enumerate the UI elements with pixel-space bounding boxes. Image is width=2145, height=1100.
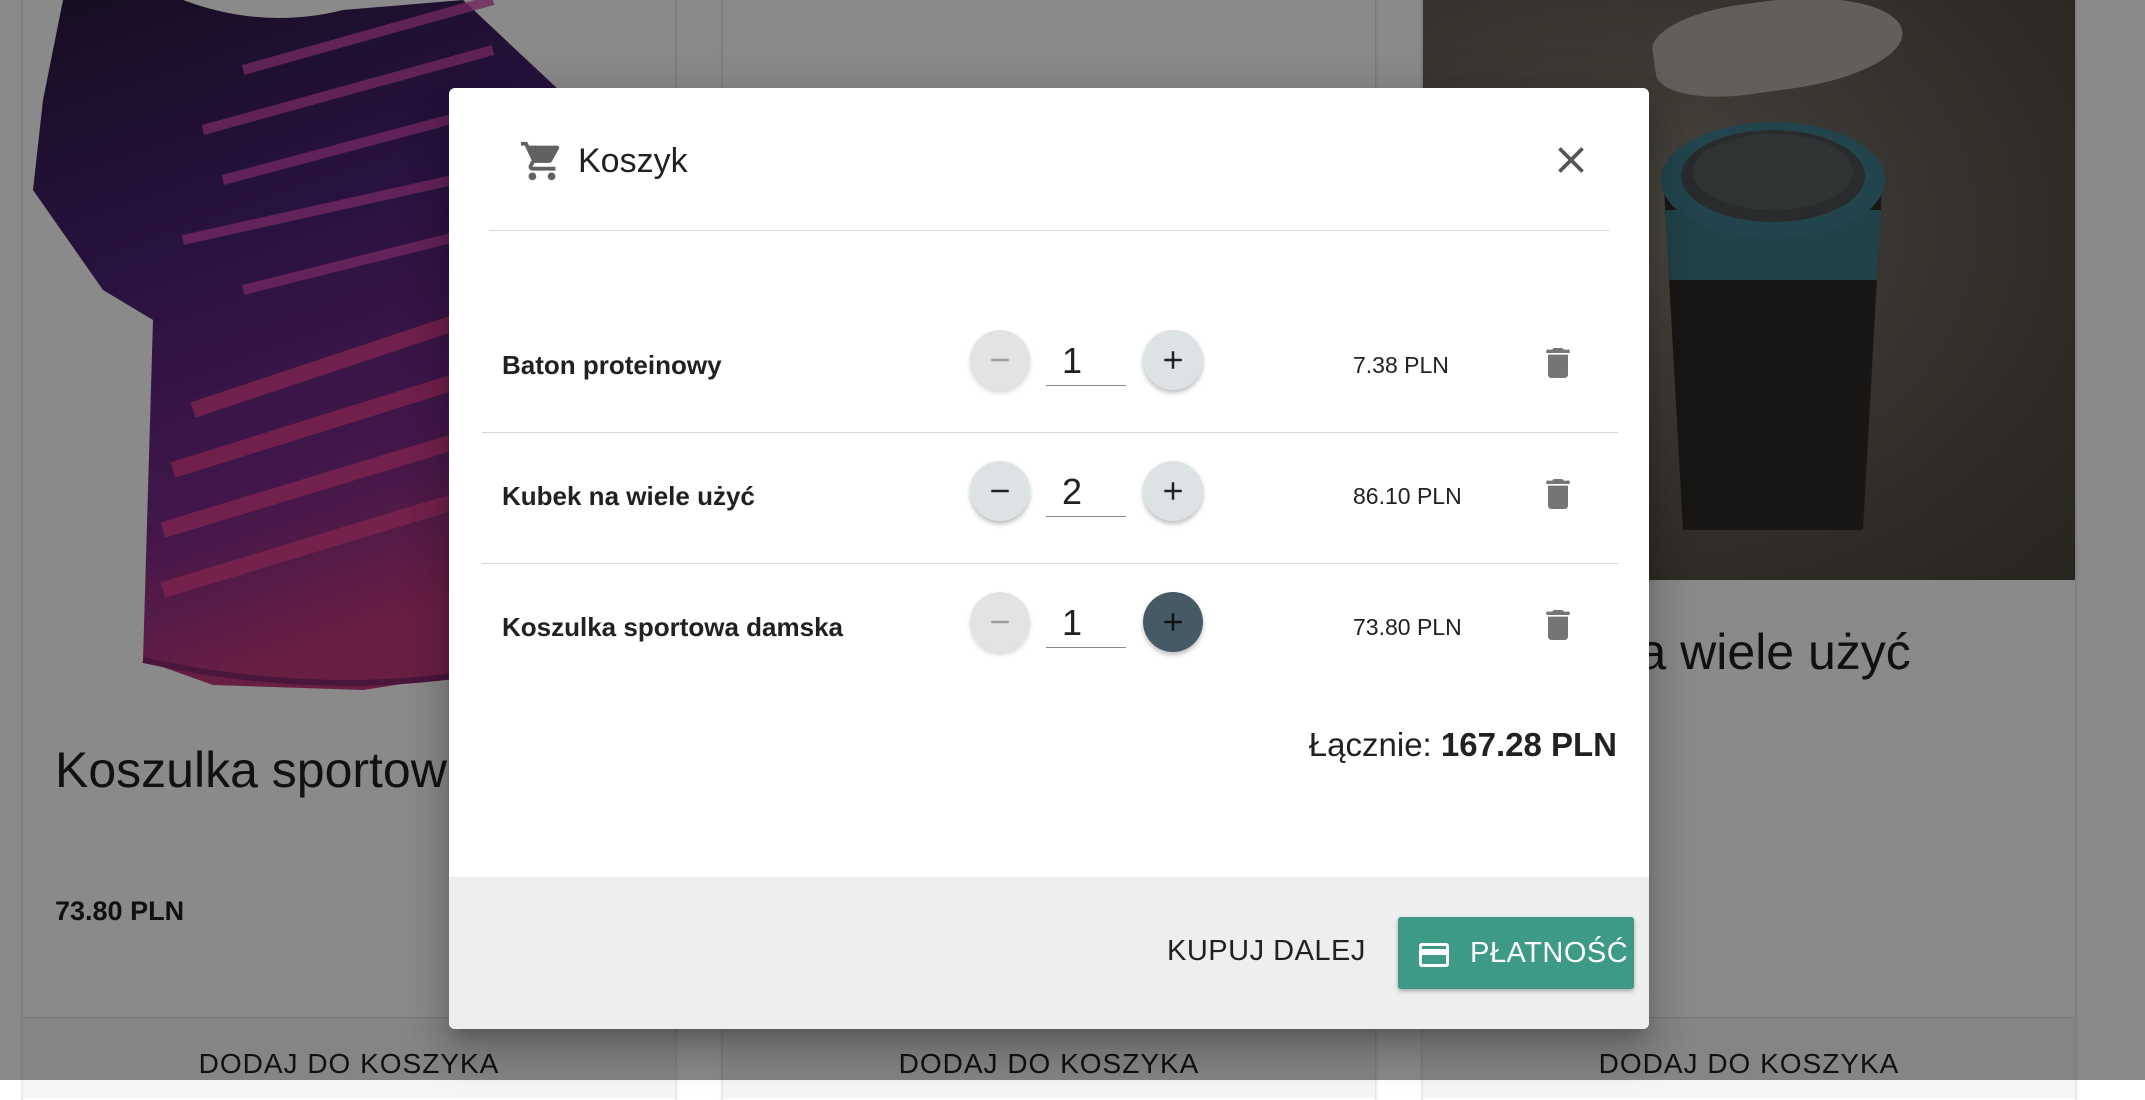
item-price: 73.80 PLN: [1353, 614, 1462, 640]
trash-icon[interactable]: [1538, 471, 1578, 517]
item-price: 86.10 PLN: [1353, 483, 1462, 509]
total-value: 167.28 PLN: [1440, 726, 1617, 763]
dialog-header: Koszyk: [489, 88, 1609, 231]
dialog-actions: KUPUJ DALEJ PŁATNOŚĆ: [449, 877, 1649, 1029]
item-price: 7.38 PLN: [1353, 352, 1449, 378]
payment-label: PŁATNOŚĆ: [1470, 937, 1629, 969]
cart-total: Łącznie: 167.28 PLN: [1309, 726, 1617, 764]
quantity-input[interactable]: [1046, 336, 1126, 386]
minus-icon: [991, 358, 1009, 362]
decrease-quantity-button[interactable]: [970, 330, 1030, 390]
item-name: Kubek na wiele użyć: [502, 481, 755, 511]
increase-quantity-button[interactable]: [1143, 592, 1203, 652]
cart-icon: [520, 141, 560, 181]
cart-dialog: Koszyk Baton proteinowy 7.38 PLN Kubek n…: [449, 88, 1649, 1029]
trash-icon[interactable]: [1538, 602, 1578, 648]
dialog-title: Koszyk: [578, 142, 688, 180]
close-icon[interactable]: [1549, 138, 1593, 182]
credit-card-icon: [1419, 943, 1449, 967]
total-label: Łącznie:: [1308, 726, 1432, 763]
continue-shopping-button[interactable]: KUPUJ DALEJ: [1167, 935, 1366, 968]
plus-icon: [1164, 351, 1182, 369]
decrease-quantity-button[interactable]: [970, 461, 1030, 521]
cart-items-list: Baton proteinowy 7.38 PLN Kubek na wiele…: [482, 302, 1618, 694]
increase-quantity-button[interactable]: [1143, 461, 1203, 521]
decrease-quantity-button[interactable]: [970, 592, 1030, 652]
plus-icon: [1164, 613, 1182, 631]
minus-icon: [991, 620, 1009, 624]
increase-quantity-button[interactable]: [1143, 330, 1203, 390]
quantity-input[interactable]: [1046, 467, 1126, 517]
cart-item-row: Kubek na wiele użyć 86.10 PLN: [482, 433, 1618, 564]
item-name: Koszulka sportowa damska: [502, 612, 843, 642]
item-name: Baton proteinowy: [502, 350, 722, 380]
trash-icon[interactable]: [1538, 340, 1578, 386]
plus-icon: [1164, 482, 1182, 500]
cart-item-row: Koszulka sportowa damska 73.80 PLN: [482, 564, 1618, 694]
payment-button[interactable]: PŁATNOŚĆ: [1398, 917, 1634, 989]
minus-icon: [991, 489, 1009, 493]
cart-item-row: Baton proteinowy 7.38 PLN: [482, 302, 1618, 433]
quantity-input[interactable]: [1046, 598, 1126, 648]
